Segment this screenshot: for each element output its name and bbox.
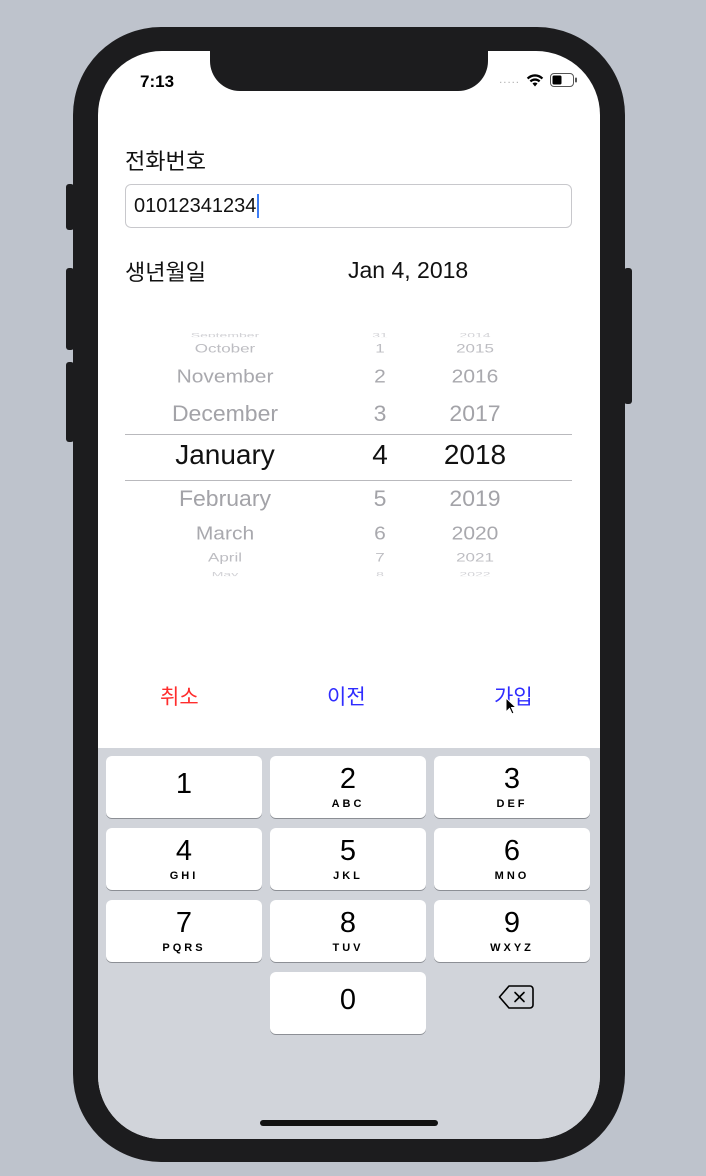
picker-day-option[interactable]: 1: [350, 340, 410, 357]
picker-year-selected[interactable]: 2018: [425, 438, 525, 472]
key-letters: MNO: [494, 870, 530, 882]
key-8[interactable]: 8 TUV: [270, 900, 426, 962]
key-letters: PQRS: [162, 942, 206, 954]
signal-dots: .....: [499, 74, 520, 86]
birth-label: 생년월일: [125, 261, 206, 286]
text-caret: [257, 194, 260, 218]
key-letters: ABC: [331, 798, 365, 810]
key-digit: 1: [175, 768, 193, 800]
picker-day-option[interactable]: 6: [350, 521, 410, 545]
key-digit: 6: [503, 835, 521, 867]
battery-icon: [550, 73, 578, 87]
picker-month-option[interactable]: November: [145, 364, 305, 388]
picker-month-option[interactable]: May: [145, 570, 305, 576]
key-letters: DEF: [496, 798, 528, 810]
key-letters: TUV: [332, 942, 364, 954]
key-letters: WXYZ: [490, 942, 534, 954]
phone-input-value: 01012341234: [134, 194, 257, 217]
key-5[interactable]: 5 JKL: [270, 828, 426, 890]
picker-year-option[interactable]: 2014: [425, 331, 525, 337]
notch: [210, 51, 488, 91]
picker-year-option[interactable]: 2021: [425, 549, 525, 566]
phone-input[interactable]: 01012341234: [125, 184, 572, 228]
key-digit: 5: [339, 835, 357, 867]
key-digit: 4: [175, 835, 193, 867]
picker-year-option[interactable]: 2022: [425, 570, 525, 576]
key-9[interactable]: 9 WXYZ: [434, 900, 590, 962]
key-letters: JKL: [333, 870, 363, 882]
power-button: [624, 268, 632, 404]
screen: 7:13 ..... 전화번호 01012341234 생년월일 Jan 4, …: [98, 51, 600, 1139]
cancel-button[interactable]: 취소: [160, 681, 199, 711]
picker-month-column[interactable]: September October November December January F…: [145, 331, 305, 578]
phone-label: 전화번호: [125, 150, 206, 175]
status-indicators: .....: [499, 73, 578, 87]
picker-year-option[interactable]: 2017: [425, 399, 525, 427]
picker-day-option[interactable]: 3: [350, 399, 410, 427]
mouse-cursor-icon: [505, 697, 517, 715]
key-4[interactable]: 4 GHI: [106, 828, 262, 890]
key-digit: 3: [503, 763, 521, 795]
picker-day-option[interactable]: 8: [350, 570, 410, 576]
picker-day-option[interactable]: 2: [350, 364, 410, 388]
number-keypad: 1 2 ABC 3 DEF 4 GHI 5 JKL 6 MNO 7 PQRS 8 TUV 9 WXYZ 0: [98, 748, 600, 1139]
key-3[interactable]: 3 DEF: [434, 756, 590, 818]
picker-day-option[interactable]: 7: [350, 549, 410, 566]
key-digit: 9: [503, 907, 521, 939]
picker-year-option[interactable]: 2019: [425, 484, 525, 512]
picker-year-column[interactable]: 2014 2015 2016 2017 2018 2019 2020 2021 2022: [425, 331, 525, 578]
picker-month-option[interactable]: September: [145, 331, 305, 337]
backspace-icon[interactable]: [498, 984, 534, 1010]
prev-button[interactable]: 이전: [327, 681, 366, 711]
picker-day-option[interactable]: 5: [350, 484, 410, 512]
picker-month-option[interactable]: October: [145, 340, 305, 357]
status-time: 7:13: [140, 72, 175, 91]
birth-date-value[interactable]: Jan 4, 2018: [348, 257, 468, 284]
key-6[interactable]: 6 MNO: [434, 828, 590, 890]
picker-day-option[interactable]: 31: [350, 331, 410, 337]
picker-month-selected[interactable]: January: [145, 438, 305, 472]
picker-month-option[interactable]: February: [145, 484, 305, 512]
key-digit: 2: [339, 763, 357, 795]
picker-year-option[interactable]: 2020: [425, 521, 525, 545]
picker-month-option[interactable]: April: [145, 549, 305, 566]
wifi-icon: [526, 73, 544, 87]
key-letters: GHI: [169, 870, 199, 882]
key-digit: 0: [339, 984, 357, 1016]
picker-year-option[interactable]: 2015: [425, 340, 525, 357]
picker-month-option[interactable]: December: [145, 399, 305, 427]
key-2[interactable]: 2 ABC: [270, 756, 426, 818]
key-7[interactable]: 7 PQRS: [106, 900, 262, 962]
picker-year-option[interactable]: 2016: [425, 364, 525, 388]
picker-month-option[interactable]: March: [145, 521, 305, 545]
key-digit: 7: [175, 907, 193, 939]
home-indicator: [260, 1120, 438, 1126]
picker-day-selected[interactable]: 4: [350, 438, 410, 472]
date-picker[interactable]: September October November December January F…: [125, 331, 572, 578]
key-1[interactable]: 1: [106, 756, 262, 818]
picker-day-column[interactable]: 31 1 2 3 4 5 6 7 8: [350, 331, 410, 578]
key-digit: 8: [339, 907, 357, 939]
key-0[interactable]: 0: [270, 972, 426, 1034]
